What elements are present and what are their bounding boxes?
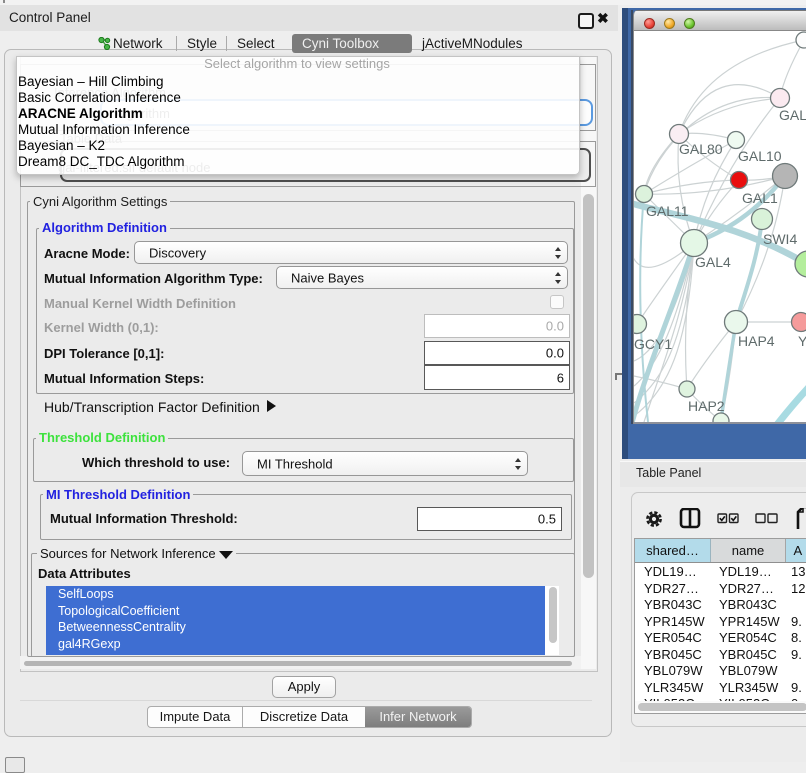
- svg-text:HAP4: HAP4: [738, 333, 775, 349]
- svg-text:GAL1: GAL1: [742, 190, 778, 206]
- svg-text:Y: Y: [798, 333, 806, 349]
- svg-text:GAL11: GAL11: [646, 203, 689, 219]
- svg-text:GCY1: GCY1: [634, 336, 672, 352]
- svg-text:HAP2: HAP2: [688, 398, 725, 414]
- svg-text:GAL4: GAL4: [695, 254, 731, 270]
- svg-text:GAL10: GAL10: [738, 148, 782, 164]
- svg-text:GAL80: GAL80: [679, 141, 723, 157]
- svg-text:SWI4: SWI4: [763, 231, 797, 247]
- svg-text:GAL7: GAL7: [779, 107, 806, 123]
